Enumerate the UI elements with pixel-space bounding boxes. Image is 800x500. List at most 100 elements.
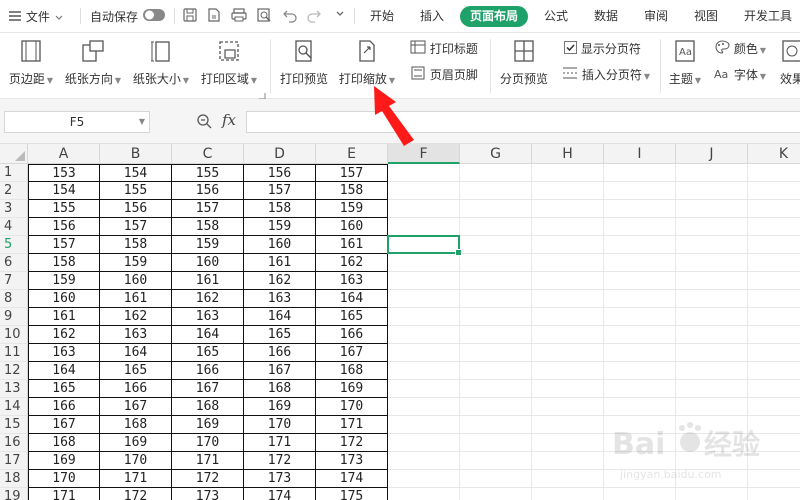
cell-i7[interactable] <box>604 272 676 290</box>
export-pdf-icon[interactable] <box>206 7 222 27</box>
cell-h12[interactable] <box>532 362 604 380</box>
cell-f14[interactable] <box>388 398 460 416</box>
fx-button[interactable]: fx <box>222 111 236 129</box>
cell-c8[interactable]: 162 <box>172 290 244 308</box>
cell-j3[interactable] <box>676 200 748 218</box>
cell-f5[interactable] <box>388 236 460 254</box>
tab-developer[interactable]: 开发工具 <box>744 6 792 27</box>
more-icon[interactable] <box>334 7 346 27</box>
cell-c16[interactable]: 170 <box>172 434 244 452</box>
cell-c5[interactable]: 159 <box>172 236 244 254</box>
cell-a18[interactable]: 170 <box>28 470 100 488</box>
autosave-toggle[interactable]: 自动保存 <box>90 7 166 27</box>
cell-a10[interactable]: 162 <box>28 326 100 344</box>
cell-f11[interactable] <box>388 344 460 362</box>
cell-c4[interactable]: 158 <box>172 218 244 236</box>
cell-g12[interactable] <box>460 362 532 380</box>
row-header[interactable]: 3 <box>0 200 28 218</box>
cell-j1[interactable] <box>676 164 748 182</box>
cell-i5[interactable] <box>604 236 676 254</box>
cell-a5[interactable]: 157 <box>28 236 100 254</box>
cell-k8[interactable] <box>748 290 800 308</box>
cell-i12[interactable] <box>604 362 676 380</box>
cell-k9[interactable] <box>748 308 800 326</box>
cell-e3[interactable]: 159 <box>316 200 388 218</box>
cell-h13[interactable] <box>532 380 604 398</box>
cell-a9[interactable]: 161 <box>28 308 100 326</box>
cell-f18[interactable] <box>388 470 460 488</box>
insert-page-break-button[interactable]: 插入分页符 ▼ <box>562 65 650 85</box>
cell-d6[interactable]: 161 <box>244 254 316 272</box>
cell-a12[interactable]: 164 <box>28 362 100 380</box>
cell-e14[interactable]: 170 <box>316 398 388 416</box>
cell-e12[interactable]: 168 <box>316 362 388 380</box>
cell-a17[interactable]: 169 <box>28 452 100 470</box>
cell-i8[interactable] <box>604 290 676 308</box>
cell-b4[interactable]: 157 <box>100 218 172 236</box>
cell-a13[interactable]: 165 <box>28 380 100 398</box>
cell-g7[interactable] <box>460 272 532 290</box>
show-page-breaks-checkbox[interactable]: 显示分页符 <box>564 39 641 59</box>
cell-a6[interactable]: 158 <box>28 254 100 272</box>
cell-e13[interactable]: 169 <box>316 380 388 398</box>
cell-g5[interactable] <box>460 236 532 254</box>
cell-d16[interactable]: 171 <box>244 434 316 452</box>
print-preview-icon[interactable] <box>256 7 272 27</box>
cell-j6[interactable] <box>676 254 748 272</box>
column-header-g[interactable]: G <box>460 144 532 164</box>
cell-b1[interactable]: 154 <box>100 164 172 182</box>
save-icon[interactable] <box>182 7 198 27</box>
row-header[interactable]: 12 <box>0 362 28 380</box>
cell-e17[interactable]: 173 <box>316 452 388 470</box>
print-preview-button[interactable]: 打印预览 <box>276 33 332 87</box>
column-header-c[interactable]: C <box>172 144 244 164</box>
cell-e4[interactable]: 160 <box>316 218 388 236</box>
cell-b12[interactable]: 165 <box>100 362 172 380</box>
cell-j5[interactable] <box>676 236 748 254</box>
cell-a7[interactable]: 159 <box>28 272 100 290</box>
cell-a11[interactable]: 163 <box>28 344 100 362</box>
cell-h5[interactable] <box>532 236 604 254</box>
cell-i11[interactable] <box>604 344 676 362</box>
cell-h16[interactable] <box>532 434 604 452</box>
cell-h15[interactable] <box>532 416 604 434</box>
row-header[interactable]: 1 <box>0 164 28 182</box>
cell-g4[interactable] <box>460 218 532 236</box>
cell-h18[interactable] <box>532 470 604 488</box>
cell-k3[interactable] <box>748 200 800 218</box>
cell-j13[interactable] <box>676 380 748 398</box>
cell-b17[interactable]: 170 <box>100 452 172 470</box>
cell-i6[interactable] <box>604 254 676 272</box>
margins-button[interactable]: 页边距 ▼ <box>4 33 58 87</box>
cell-j10[interactable] <box>676 326 748 344</box>
cell-a8[interactable]: 160 <box>28 290 100 308</box>
cell-g2[interactable] <box>460 182 532 200</box>
cell-f10[interactable] <box>388 326 460 344</box>
cell-j11[interactable] <box>676 344 748 362</box>
cell-g18[interactable] <box>460 470 532 488</box>
cell-i9[interactable] <box>604 308 676 326</box>
cell-i13[interactable] <box>604 380 676 398</box>
cell-h1[interactable] <box>532 164 604 182</box>
cell-d8[interactable]: 163 <box>244 290 316 308</box>
cell-f12[interactable] <box>388 362 460 380</box>
cell-f2[interactable] <box>388 182 460 200</box>
cell-b18[interactable]: 171 <box>100 470 172 488</box>
row-header[interactable]: 16 <box>0 434 28 452</box>
effects-button[interactable]: 效果 <box>772 33 800 87</box>
cell-a14[interactable]: 166 <box>28 398 100 416</box>
cell-h3[interactable] <box>532 200 604 218</box>
cell-g14[interactable] <box>460 398 532 416</box>
cell-k11[interactable] <box>748 344 800 362</box>
cell-d3[interactable]: 158 <box>244 200 316 218</box>
name-box[interactable]: F5 ▼ <box>4 111 150 133</box>
cell-c12[interactable]: 166 <box>172 362 244 380</box>
cell-c7[interactable]: 161 <box>172 272 244 290</box>
column-header-j[interactable]: J <box>676 144 748 164</box>
cell-k13[interactable] <box>748 380 800 398</box>
column-header-d[interactable]: D <box>244 144 316 164</box>
theme-button[interactable]: Aa 主题 ▼ <box>666 33 704 87</box>
select-all-corner[interactable] <box>0 144 28 164</box>
row-header[interactable]: 9 <box>0 308 28 326</box>
cell-f6[interactable] <box>388 254 460 272</box>
